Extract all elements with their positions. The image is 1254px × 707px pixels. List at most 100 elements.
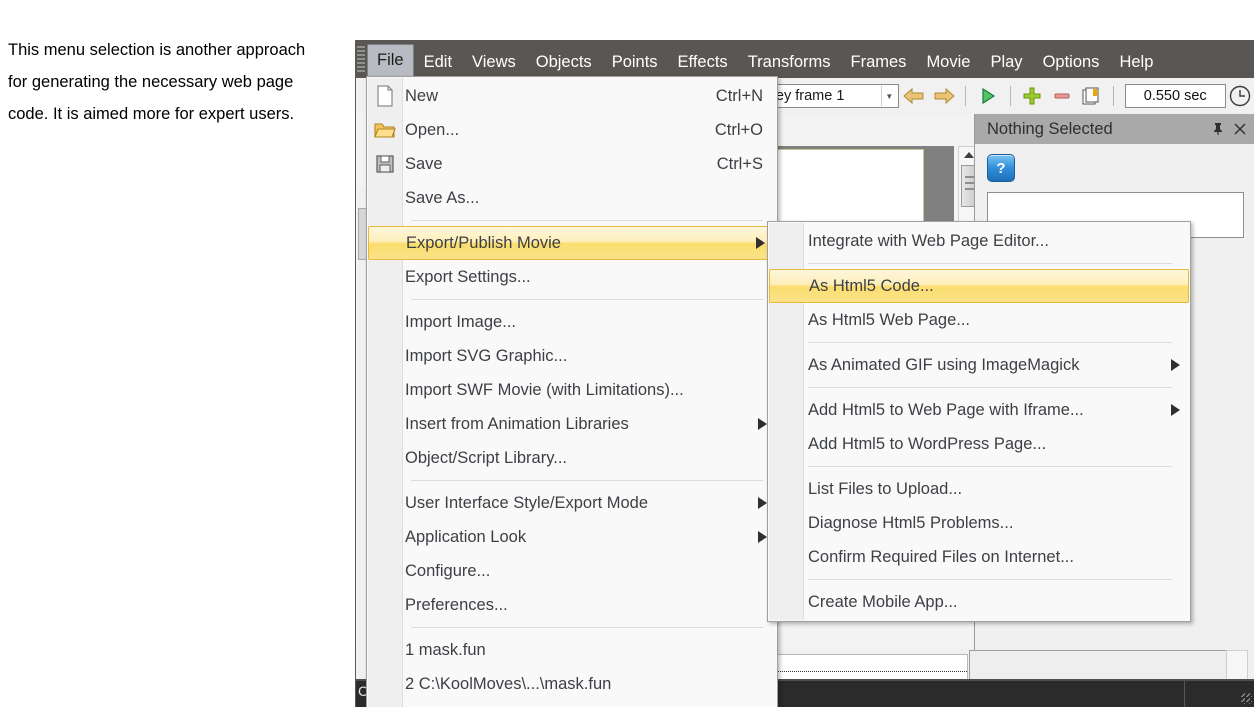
new-document-icon	[373, 85, 397, 107]
menu-separator	[808, 263, 1172, 264]
menu-item-save-as[interactable]: Save As...	[367, 181, 777, 215]
application-window: File Edit Views Objects Points Effects Transfo…	[355, 40, 1254, 707]
menu-item-label: Object/Script Library...	[405, 448, 567, 467]
menubar-item-objects[interactable]: Objects	[526, 46, 602, 78]
menu-item-label: 1 mask.fun	[405, 640, 486, 659]
close-icon[interactable]	[1232, 121, 1248, 137]
menu-item-label: Import SWF Movie (with Limitations)...	[405, 380, 684, 399]
menubar-item-edit[interactable]: Edit	[414, 46, 462, 78]
menu-item-object-script-library[interactable]: Object/Script Library...	[367, 441, 777, 475]
menu-item-3-tutorial-part3-fun[interactable]: 3 tutorial_part3.fun	[367, 701, 777, 707]
menubar-item-file[interactable]: File	[367, 44, 414, 78]
menu-item-shortcut: Ctrl+S	[716, 154, 763, 173]
menu-item-label: Confirm Required Files on Internet...	[808, 547, 1074, 566]
play-icon	[982, 87, 996, 105]
menu-item-as-html5-code[interactable]: As Html5 Code...	[769, 269, 1189, 303]
frames-button[interactable]	[1077, 82, 1104, 110]
menubar-item-frames[interactable]: Frames	[841, 46, 917, 78]
submenu-arrow-icon	[758, 418, 767, 430]
menu-separator	[808, 466, 1172, 467]
menu-bar: File Edit Views Objects Points Effects Transfo…	[356, 40, 1254, 78]
menu-item-confirm-required-files-on-internet[interactable]: Confirm Required Files on Internet...	[768, 540, 1190, 574]
menubar-item-transforms[interactable]: Transforms	[738, 46, 841, 78]
menubar-item-options[interactable]: Options	[1033, 46, 1110, 78]
prev-frame-button[interactable]	[900, 82, 927, 110]
menu-bar-gripper[interactable]	[357, 46, 365, 72]
menubar-item-effects[interactable]: Effects	[668, 46, 738, 78]
toolbar-separator	[1112, 86, 1114, 106]
next-frame-button[interactable]	[930, 82, 957, 110]
menubar-item-help[interactable]: Help	[1109, 46, 1163, 78]
menu-item-configure[interactable]: Configure...	[367, 554, 777, 588]
menu-item-insert-from-animation-libraries[interactable]: Insert from Animation Libraries	[367, 407, 777, 441]
menu-item-label: Integrate with Web Page Editor...	[808, 231, 1049, 250]
menubar-item-points[interactable]: Points	[602, 46, 668, 78]
menu-item-2-c-koolmoves-mask-fun[interactable]: 2 C:\KoolMoves\...\mask.fun	[367, 667, 777, 701]
menu-item-new[interactable]: New Ctrl+N	[367, 79, 777, 113]
menu-item-label: Open...	[405, 120, 460, 139]
toolbar-separator	[1009, 86, 1011, 106]
submenu-arrow-icon	[758, 497, 767, 509]
plus-icon	[1023, 87, 1041, 105]
menu-item-label: As Html5 Web Page...	[808, 310, 971, 329]
add-frame-button[interactable]	[1019, 82, 1046, 110]
menu-item-save[interactable]: Save Ctrl+S	[367, 147, 777, 181]
menu-item-export-publish-movie[interactable]: Export/Publish Movie	[368, 226, 776, 260]
menu-item-add-html5-to-web-page-with-iframe[interactable]: Add Html5 to Web Page with Iframe...	[768, 393, 1190, 427]
menu-separator	[808, 342, 1172, 343]
right-arrow-icon	[934, 87, 955, 105]
chevron-down-icon: ▼	[881, 86, 896, 106]
menubar-item-movie[interactable]: Movie	[916, 46, 980, 78]
menu-item-user-interface-style-export-mode[interactable]: User Interface Style/Export Mode	[367, 486, 777, 520]
menu-item-export-settings[interactable]: Export Settings...	[367, 260, 777, 294]
menu-item-as-html5-web-page[interactable]: As Html5 Web Page...	[768, 303, 1190, 337]
properties-panel-title: Nothing Selected	[987, 119, 1113, 138]
frame-duration-input[interactable]: 0.550 sec	[1124, 84, 1226, 108]
keyframe-select[interactable]: Key frame 1 ▼	[759, 84, 900, 108]
menu-item-1-mask-fun[interactable]: 1 mask.fun	[367, 633, 777, 667]
menu-item-label: Export/Publish Movie	[406, 233, 561, 252]
menu-item-label: Diagnose Html5 Problems...	[808, 513, 1014, 532]
help-button[interactable]: ?	[987, 154, 1015, 182]
file-menu-popup[interactable]: New Ctrl+N Open... Ctrl+O Save Ctrl+S Save As.…	[366, 76, 778, 707]
minus-icon	[1054, 93, 1070, 99]
menubar-item-views[interactable]: Views	[462, 46, 526, 78]
menu-item-label: As Animated GIF using ImageMagick	[808, 355, 1080, 374]
menu-item-as-animated-gif-using-imagemagick[interactable]: As Animated GIF using ImageMagick	[768, 348, 1190, 382]
menu-item-diagnose-html5-problems[interactable]: Diagnose Html5 Problems...	[768, 506, 1190, 540]
menu-item-import-svg-graphic[interactable]: Import SVG Graphic...	[367, 339, 777, 373]
toolbar-separator	[965, 86, 967, 106]
menubar-item-play[interactable]: Play	[980, 46, 1032, 78]
menu-separator	[808, 387, 1172, 388]
menu-item-open[interactable]: Open... Ctrl+O	[367, 113, 777, 147]
annotation-text: This menu selection is another approach …	[8, 41, 306, 123]
submenu-arrow-icon	[756, 237, 765, 249]
menu-item-import-image[interactable]: Import Image...	[367, 305, 777, 339]
menu-item-application-look[interactable]: Application Look	[367, 520, 777, 554]
menu-item-import-swf-movie-with-limitations[interactable]: Import SWF Movie (with Limitations)...	[367, 373, 777, 407]
submenu-arrow-icon	[1171, 404, 1180, 416]
properties-panel-titlebar: Nothing Selected	[975, 114, 1254, 144]
play-button[interactable]	[974, 82, 1001, 110]
menu-item-preferences[interactable]: Preferences...	[367, 588, 777, 622]
scroll-up-icon[interactable]	[964, 152, 974, 158]
menu-item-label: Insert from Animation Libraries	[405, 414, 629, 433]
submenu-arrow-icon	[758, 531, 767, 543]
menu-separator	[808, 579, 1172, 580]
menu-item-add-html5-to-wordpress-page[interactable]: Add Html5 to WordPress Page...	[768, 427, 1190, 461]
export-publish-submenu-popup[interactable]: Integrate with Web Page Editor... As Html…	[767, 221, 1191, 622]
pin-icon[interactable]	[1210, 121, 1226, 137]
menu-item-label: Import SVG Graphic...	[405, 346, 568, 365]
timing-button[interactable]	[1227, 82, 1254, 110]
menu-item-label: 2 C:\KoolMoves\...\mask.fun	[405, 674, 612, 693]
menu-item-list-files-to-upload[interactable]: List Files to Upload...	[768, 472, 1190, 506]
remove-frame-button[interactable]	[1048, 82, 1075, 110]
window-resize-grip[interactable]	[1240, 692, 1252, 704]
menu-item-label: Configure...	[405, 561, 491, 580]
menu-separator	[411, 220, 763, 221]
save-floppy-icon	[373, 153, 397, 175]
menu-item-label: Application Look	[405, 527, 527, 546]
menu-item-shortcut: Ctrl+N	[715, 86, 763, 105]
menu-item-integrate-with-web-page-editor[interactable]: Integrate with Web Page Editor...	[768, 224, 1190, 258]
menu-item-create-mobile-app[interactable]: Create Mobile App...	[768, 585, 1190, 619]
